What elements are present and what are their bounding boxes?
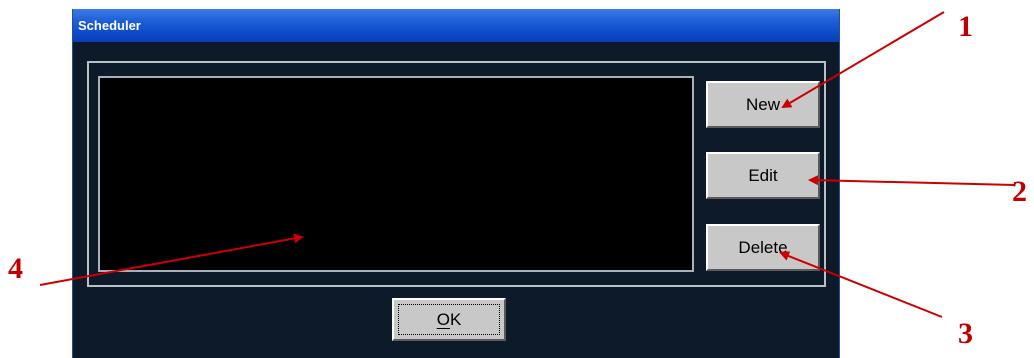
callout-number-3: 3 bbox=[958, 317, 973, 350]
callout-arrow-2 bbox=[808, 175, 1016, 186]
callout-number-1: 1 bbox=[958, 10, 973, 43]
callout-arrow-3 bbox=[779, 251, 943, 318]
callout-number-2: 2 bbox=[1012, 175, 1027, 208]
callout-arrows bbox=[39, 11, 1016, 318]
callout-number-4: 4 bbox=[8, 252, 23, 285]
callout-arrow-1 bbox=[781, 11, 945, 109]
callout-arrow-4 bbox=[39, 233, 304, 286]
